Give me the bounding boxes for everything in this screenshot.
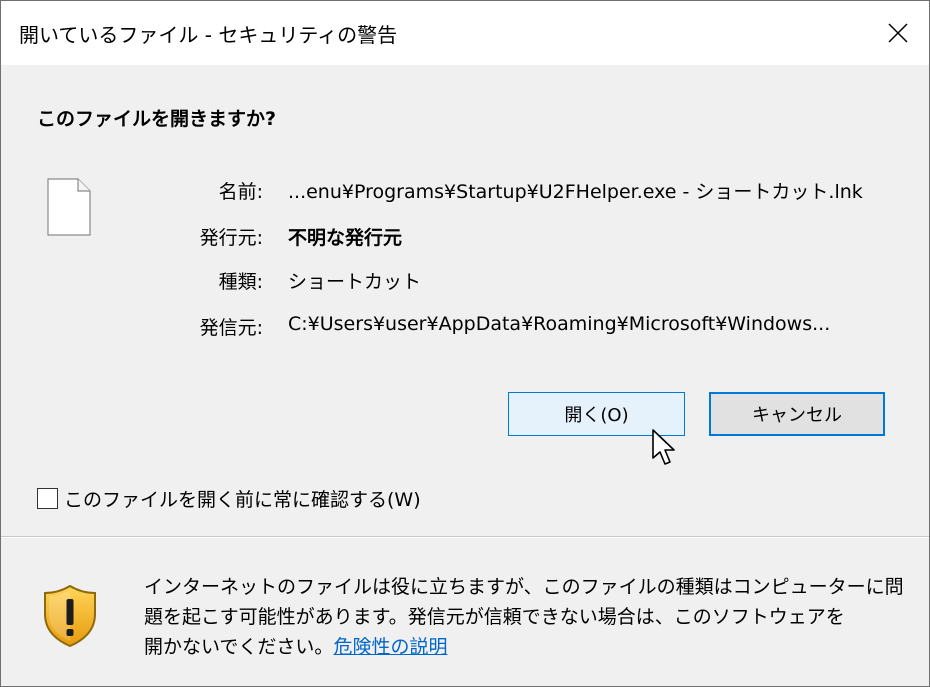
always-ask-checkbox[interactable] [37, 487, 58, 509]
close-icon [888, 23, 908, 43]
divider-highlight [1, 537, 929, 538]
window-title: 開いているファイル - セキュリティの警告 [19, 23, 398, 47]
info-row-publisher: 発行元: 不明な発行元 [1, 223, 929, 253]
warning-text: インターネットのファイルは役に立ちますが、このファイルの種類はコンピューターに問… [144, 572, 904, 662]
close-button[interactable] [867, 1, 929, 65]
always-ask-checkbox-row[interactable]: このファイルを開く前に常に確認する(W) [37, 485, 421, 511]
security-warning-dialog: 開いているファイル - セキュリティの警告 このファイルを開きますか? 名前: … [0, 0, 930, 687]
dialog-heading: このファイルを開きますか? [37, 108, 277, 130]
warning-line-3-text: 開かないでください。 [144, 636, 334, 658]
risk-explanation-link[interactable]: 危険性の説明 [333, 636, 447, 658]
publisher-value: 不明な発行元 [288, 227, 403, 249]
warning-line-2: 題を起こす可能性があります。発信元が信頼できない場合は、このソフトウェアを [144, 606, 845, 628]
info-row-from: 発信元: C:¥Users¥user¥AppData¥Roaming¥Micro… [1, 313, 929, 343]
mouse-cursor-icon [652, 429, 675, 465]
info-row-name: 名前: ...enu¥Programs¥Startup¥U2FHelper.ex… [1, 177, 929, 207]
from-label: 発信元: [199, 317, 263, 339]
info-row-type: 種類: ショートカット [1, 267, 929, 297]
title-bar: 開いているファイル - セキュリティの警告 [1, 1, 929, 65]
from-value: C:¥Users¥user¥AppData¥Roaming¥Microsoft¥… [288, 313, 831, 335]
publisher-label: 発行元: [199, 227, 263, 249]
warning-line-1: インターネットのファイルは役に立ちますが、このファイルの種類はコンピューターに問 [144, 576, 904, 598]
type-value: ショートカット [288, 271, 422, 293]
name-label: 名前: [218, 181, 263, 203]
warning-line-3: 開かないでください。危険性の説明 [144, 632, 904, 662]
cancel-button[interactable]: キャンセル [709, 392, 885, 436]
type-label: 種類: [218, 271, 263, 293]
name-value: ...enu¥Programs¥Startup¥U2FHelper.exe - … [288, 181, 863, 203]
shield-warning-icon [44, 584, 96, 648]
always-ask-label: このファイルを開く前に常に確認する(W) [64, 488, 421, 511]
